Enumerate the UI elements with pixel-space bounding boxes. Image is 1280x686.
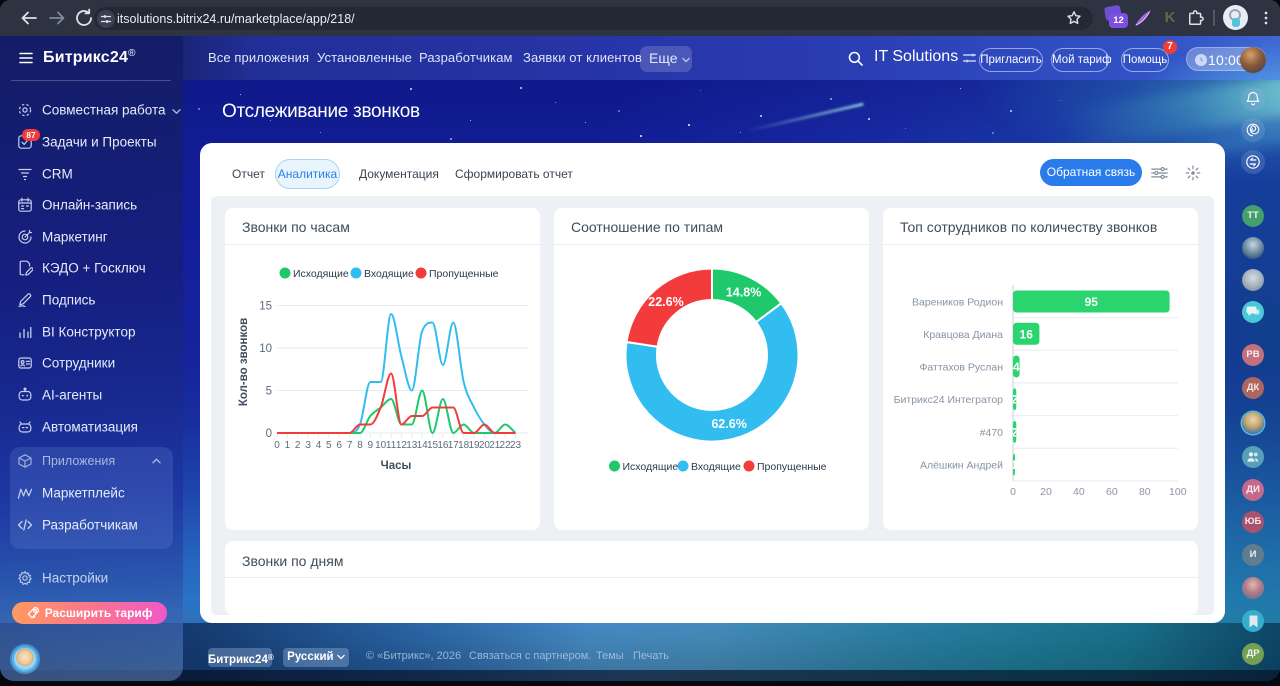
svg-text:4: 4 bbox=[316, 440, 322, 451]
svg-text:1: 1 bbox=[1011, 458, 1018, 472]
svg-text:95: 95 bbox=[1085, 295, 1099, 309]
svg-text:Исходящие: Исходящие bbox=[293, 268, 349, 280]
svg-text:#470: #470 bbox=[980, 427, 1004, 439]
svg-text:14.8%: 14.8% bbox=[726, 286, 761, 300]
svg-text:Входящие: Входящие bbox=[364, 268, 414, 280]
svg-text:0: 0 bbox=[266, 428, 272, 440]
svg-text:0: 0 bbox=[1010, 486, 1016, 498]
svg-text:15: 15 bbox=[259, 301, 272, 313]
svg-text:20: 20 bbox=[1040, 486, 1052, 498]
svg-text:Исходящие: Исходящие bbox=[623, 461, 679, 473]
svg-text:9: 9 bbox=[368, 440, 374, 451]
svg-text:40: 40 bbox=[1073, 486, 1085, 498]
svg-text:Пропущенные: Пропущенные bbox=[757, 461, 827, 473]
svg-text:5: 5 bbox=[326, 440, 332, 451]
svg-text:Битрикс24 Интегратор: Битрикс24 Интегратор bbox=[894, 394, 1004, 406]
svg-text:Фаттахов Руслан: Фаттахов Руслан bbox=[919, 362, 1003, 374]
svg-text:23: 23 bbox=[510, 440, 522, 451]
svg-text:Кол-во звонков: Кол-во звонков bbox=[238, 318, 250, 406]
svg-text:22.6%: 22.6% bbox=[648, 295, 683, 309]
svg-text:1: 1 bbox=[285, 440, 291, 451]
svg-text:3: 3 bbox=[305, 440, 311, 451]
svg-text:Пропущенные: Пропущенные bbox=[429, 268, 499, 280]
svg-text:Часы: Часы bbox=[381, 460, 412, 472]
svg-text:6: 6 bbox=[336, 440, 342, 451]
svg-text:62.6%: 62.6% bbox=[711, 417, 746, 431]
svg-text:60: 60 bbox=[1106, 486, 1118, 498]
svg-text:Вареников Родион: Вареников Родион bbox=[912, 297, 1003, 309]
svg-text:Входящие: Входящие bbox=[691, 461, 741, 473]
svg-text:7: 7 bbox=[347, 440, 353, 451]
svg-text:4: 4 bbox=[1013, 360, 1020, 374]
svg-text:2: 2 bbox=[295, 440, 301, 451]
svg-text:10: 10 bbox=[259, 343, 272, 355]
svg-text:Кравцова Диана: Кравцова Диана bbox=[923, 329, 1003, 341]
svg-text:8: 8 bbox=[357, 440, 363, 451]
svg-text:0: 0 bbox=[274, 440, 280, 451]
svg-text:Алёшкин Андрей: Алёшкин Андрей bbox=[920, 460, 1003, 472]
svg-text:100: 100 bbox=[1169, 486, 1187, 498]
svg-text:5: 5 bbox=[266, 386, 272, 398]
svg-text:16: 16 bbox=[1020, 327, 1034, 341]
svg-text:80: 80 bbox=[1139, 486, 1151, 498]
